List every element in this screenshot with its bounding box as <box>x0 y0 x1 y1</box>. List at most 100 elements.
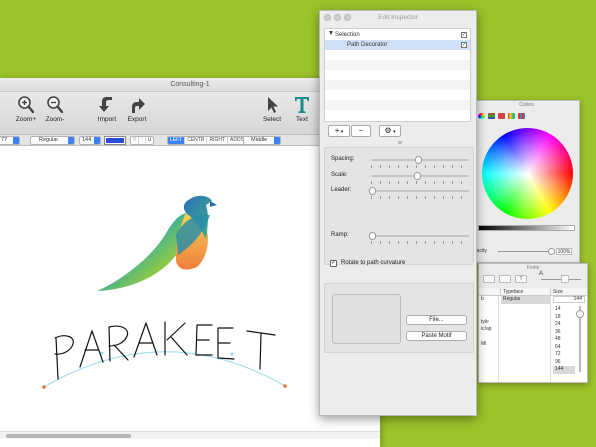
action-menu-button[interactable]: ⚙ ▾ <box>379 125 401 137</box>
align-left-button[interactable]: LEFT <box>168 137 186 144</box>
scale-knob[interactable] <box>414 172 422 180</box>
paste-motif-button[interactable]: Paste Motif <box>406 331 467 341</box>
path-node[interactable] <box>100 351 104 355</box>
align-center-button[interactable]: CENTR <box>185 137 208 144</box>
leader-knob[interactable] <box>369 187 376 195</box>
spacing-slider[interactable] <box>371 156 469 164</box>
decorator-list: Selection ✓ Path Decorator ✓ <box>324 28 471 122</box>
family-list[interactable]: b tyle ic/ap Mi <box>479 296 499 382</box>
path-node[interactable] <box>230 352 234 356</box>
family-item[interactable] <box>479 311 498 319</box>
file-button[interactable]: File... <box>406 315 467 325</box>
select-tool-button[interactable]: Select <box>255 95 289 123</box>
brightness-slider[interactable] <box>478 225 575 231</box>
leader-ticks <box>371 196 469 199</box>
ramp-knob[interactable] <box>369 232 376 240</box>
disclosure-triangle-icon[interactable] <box>329 31 333 35</box>
shadow-toggle[interactable] <box>561 275 569 283</box>
size-list[interactable]: 14 18 24 36 48 64 72 96 144 <box>553 306 575 392</box>
stroke-color-well[interactable] <box>104 136 126 145</box>
color-palettes-tab-icon[interactable] <box>498 112 505 119</box>
typeface-item-selected[interactable]: Regular <box>501 296 550 304</box>
size-field[interactable]: 144 <box>553 296 585 303</box>
family-item[interactable]: tyle <box>479 319 498 327</box>
color-wheel-tab-icon[interactable] <box>478 112 485 119</box>
size-slider[interactable] <box>576 306 584 372</box>
ramp-slider[interactable] <box>369 232 469 240</box>
list-item-empty <box>325 70 470 80</box>
size-item[interactable]: 18 <box>553 314 575 322</box>
image-palettes-tab-icon[interactable] <box>508 112 515 119</box>
inspector-titlebar: Edit Inspector <box>320 11 476 24</box>
zoom-button[interactable] <box>344 14 351 21</box>
gear-icon: ⚙ <box>384 126 392 135</box>
color-sliders-tab-icon[interactable] <box>488 112 495 119</box>
family-item[interactable]: b <box>479 296 498 304</box>
select-label: Select <box>262 116 282 123</box>
fonts-toolbar: T A <box>479 271 587 286</box>
horizontal-scrollbar[interactable] <box>0 431 380 439</box>
fonts-column-headers: Typeface Size <box>479 288 587 296</box>
family-item[interactable] <box>479 304 498 312</box>
family-item[interactable]: ic/ap <box>479 326 498 334</box>
typeface-list[interactable]: Regular <box>501 296 551 382</box>
size-item[interactable]: 24 <box>553 321 575 329</box>
align-right-button[interactable]: RIGHT <box>207 137 229 144</box>
curve-path[interactable] <box>43 351 286 388</box>
parakeet-bird <box>97 195 217 291</box>
opacity-knob[interactable] <box>548 248 555 255</box>
enable-checkbox[interactable]: ✓ <box>461 32 467 38</box>
close-button[interactable] <box>324 14 331 21</box>
leader-slider[interactable] <box>369 187 469 195</box>
text-label: Text <box>296 116 308 123</box>
enable-checkbox[interactable]: ✓ <box>461 42 467 48</box>
scale-slider[interactable] <box>371 172 469 180</box>
add-decorator-button[interactable]: + ▾ <box>328 125 350 137</box>
size-item-selected[interactable]: 144 <box>553 366 575 374</box>
font-family-popup[interactable]: 77 <box>0 136 20 145</box>
list-item-label: Path Decorator <box>347 42 388 48</box>
doc-color-button[interactable]: T <box>515 275 527 283</box>
list-item-selection[interactable]: Selection ✓ <box>325 30 470 40</box>
path-node[interactable] <box>42 385 46 389</box>
motif-preview[interactable] <box>332 294 401 344</box>
remove-decorator-button[interactable]: − <box>351 125 371 137</box>
font-effects-button[interactable] <box>483 275 495 283</box>
size-item[interactable]: 36 <box>553 329 575 337</box>
size-item[interactable]: 64 <box>553 344 575 352</box>
chevron-down-icon <box>94 137 100 144</box>
text-color-button[interactable] <box>499 275 511 283</box>
import-button[interactable]: Import <box>90 95 124 123</box>
color-wheel[interactable] <box>482 128 573 219</box>
text-tool-button[interactable]: Text <box>285 95 319 123</box>
crayons-tab-icon[interactable] <box>518 112 525 119</box>
family-item[interactable]: Mi <box>479 341 498 349</box>
opacity-field[interactable]: 100% <box>556 248 572 255</box>
vertical-align-popup[interactable]: Middle <box>243 136 281 145</box>
size-item[interactable]: 48 <box>553 336 575 344</box>
size-item[interactable]: 72 <box>553 351 575 359</box>
font-style-popup[interactable]: Regular <box>30 136 75 145</box>
size-item[interactable]: 96 <box>553 359 575 367</box>
spacing-knob[interactable] <box>415 156 422 164</box>
underline-button[interactable]: U <box>146 137 154 144</box>
list-item-path-decorator[interactable]: Path Decorator ✓ <box>325 40 470 50</box>
family-item[interactable] <box>479 334 498 342</box>
export-button[interactable]: Export <box>120 95 154 123</box>
size-item[interactable]: 14 <box>553 306 575 314</box>
alignment-segmented: LEFT CENTR RIGHT ADDS <box>167 136 247 145</box>
rotate-checkbox[interactable]: ✓ <box>330 260 337 267</box>
scroll-thumb[interactable] <box>6 434 131 438</box>
split-handle[interactable] <box>398 141 402 144</box>
opacity-track[interactable] <box>498 251 552 252</box>
size-column-header: Size <box>553 289 563 295</box>
scale-label: Scale: <box>331 172 348 178</box>
zoom-out-button[interactable]: Zoom- <box>38 95 72 123</box>
path-node[interactable] <box>283 384 287 388</box>
color-mode-tabs <box>474 110 579 121</box>
minimize-button[interactable] <box>334 14 341 21</box>
bold-button[interactable]: B <box>131 137 140 144</box>
font-size-popup[interactable]: 144 <box>79 136 101 145</box>
size-slider-knob[interactable] <box>576 310 584 318</box>
spacing-label: Spacing: <box>331 156 355 162</box>
